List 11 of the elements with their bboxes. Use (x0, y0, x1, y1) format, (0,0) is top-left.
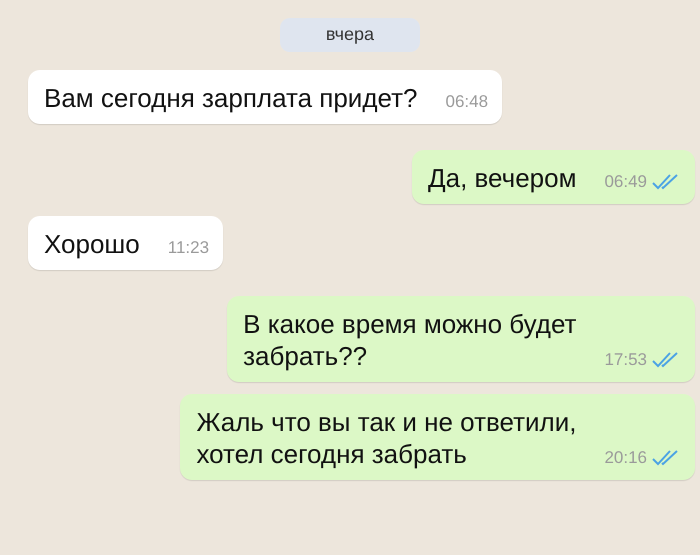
message-text: Жаль что вы так и не ответили, хотел сегодня забрать (196, 406, 576, 470)
message-text: Хорошо (44, 228, 140, 260)
message-text: Да, вечером (428, 162, 576, 194)
message-time: 20:16 (604, 448, 647, 468)
message-time: 17:53 (604, 350, 647, 370)
message-text: Вам сегодня зарплата придет? (44, 82, 418, 114)
message-time: 06:49 (604, 172, 647, 192)
message-text: В какое время можно будет забрать?? (243, 308, 576, 372)
date-label: вчера (280, 18, 420, 52)
message-time: 11:23 (168, 238, 210, 258)
message-time: 06:48 (445, 92, 488, 112)
